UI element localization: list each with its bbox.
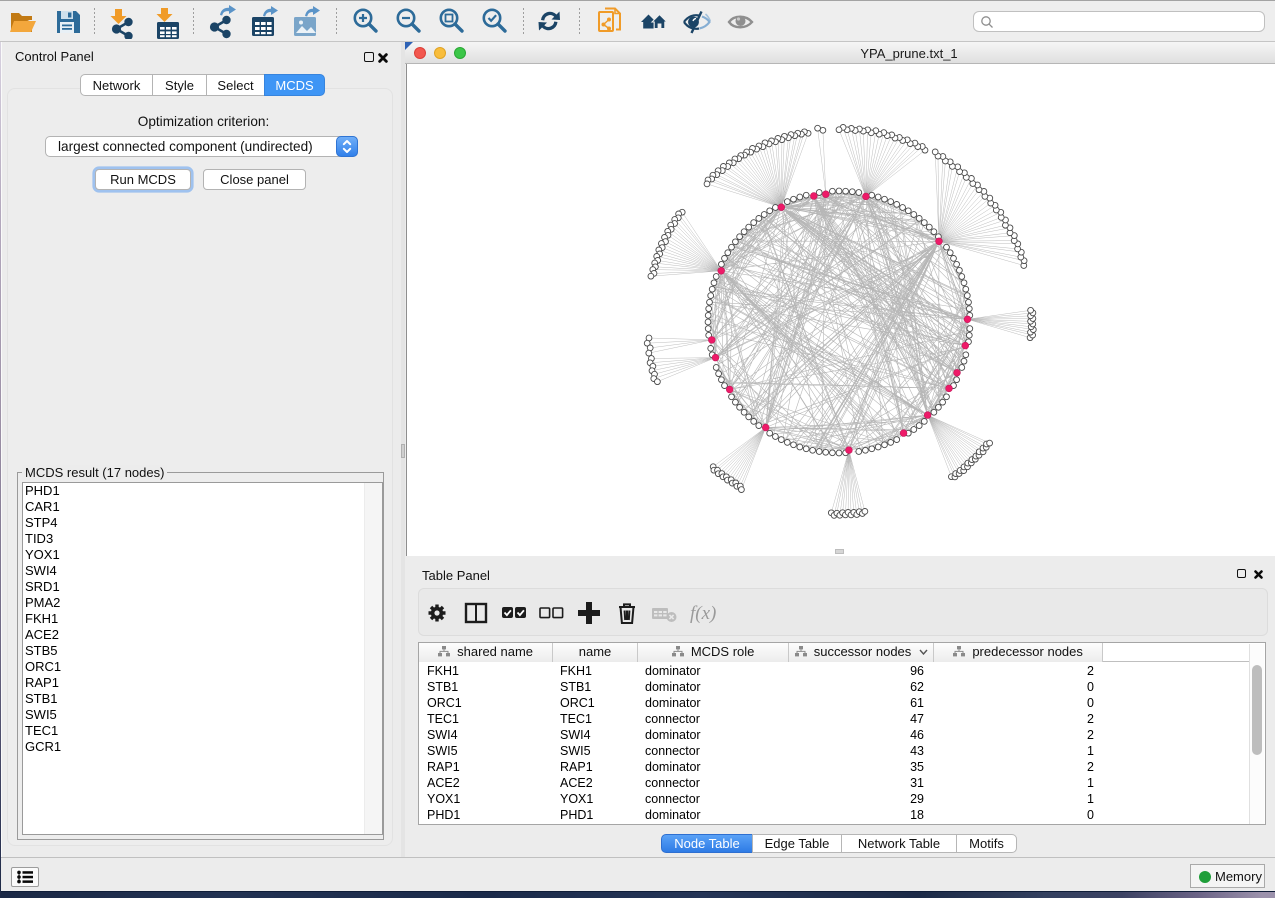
svg-text:f(x): f(x) bbox=[690, 603, 716, 624]
